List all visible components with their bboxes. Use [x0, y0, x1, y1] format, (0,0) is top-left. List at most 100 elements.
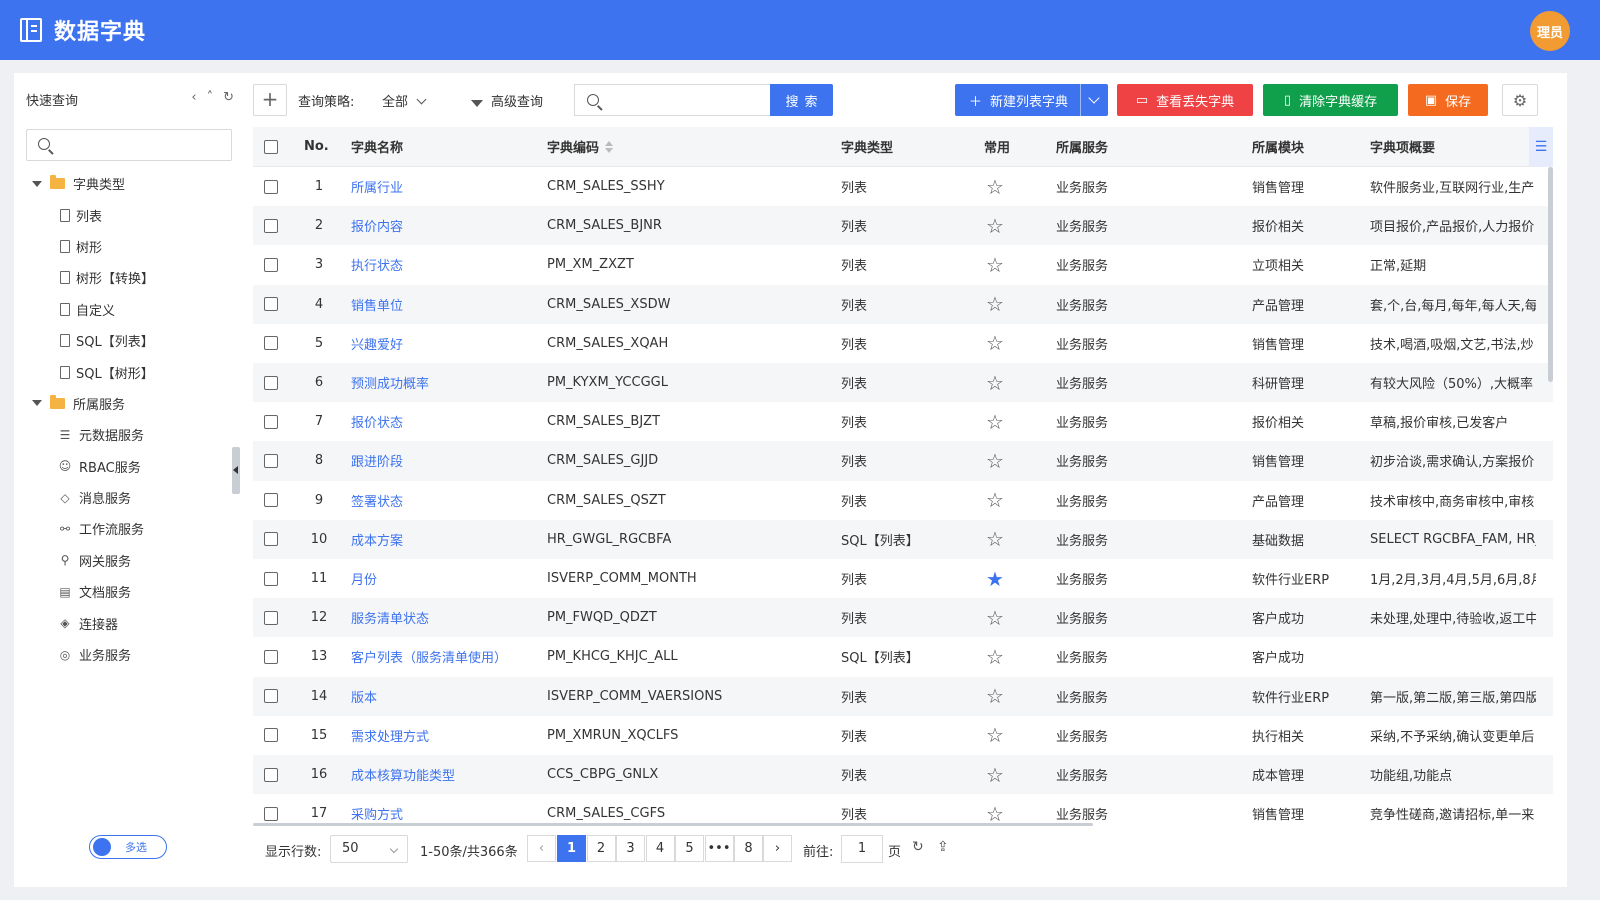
tree-item[interactable]: ⚯ 工作流服务 — [14, 513, 246, 544]
cell-name[interactable]: 销售单位 — [351, 285, 403, 324]
save-button[interactable]: ▣ 保存 — [1408, 84, 1488, 116]
clear-cache-button[interactable]: ▯ 清除字典缓存 — [1263, 84, 1398, 116]
tree-item[interactable]: 自定义 — [14, 294, 246, 325]
tree-item[interactable]: ☺ RBAC服务 — [14, 451, 246, 482]
export-icon[interactable]: ⇪ — [937, 839, 949, 855]
table-row[interactable]: 10 成本方案 HR_GWGL_RGCBFA SQL【列表】 业务服务 基础数据 SELEC… — [253, 519, 1553, 559]
cell-name[interactable]: 需求处理方式 — [351, 716, 429, 755]
table-row[interactable]: 9 签署状态 CRM_SALES_QSZT 列表 业务服务 产品管理 技术审核中,商务审核中… — [253, 481, 1553, 520]
row-checkbox[interactable] — [264, 493, 278, 508]
sidebar-collapse-handle[interactable] — [232, 447, 240, 494]
collapse-up-icon[interactable]: ˄ — [207, 90, 214, 105]
row-checkbox[interactable] — [264, 728, 278, 743]
refresh-icon[interactable]: ↻ — [223, 90, 234, 105]
tree-item[interactable]: ◈ 连接器 — [14, 607, 246, 638]
table-row[interactable]: 17 采购方式 CRM_SALES_CGFS 列表 业务服务 销售管理 竞争性磋商,邀请招标… — [253, 794, 1553, 826]
page-button[interactable]: 4 — [645, 835, 675, 862]
star-icon[interactable]: ☆ — [986, 794, 1004, 826]
multi-select-toggle[interactable]: 多选 — [89, 835, 167, 859]
row-checkbox[interactable] — [264, 414, 278, 429]
refresh-icon[interactable]: ↻ — [912, 839, 924, 855]
star-icon[interactable]: ☆ — [986, 598, 1004, 637]
table-row[interactable]: 15 需求处理方式 PM_XMRUN_XQCLFS 列表 业务服务 执行相关 采纳,不予采纳… — [253, 716, 1553, 755]
row-checkbox[interactable] — [264, 532, 278, 547]
star-icon[interactable]: ☆ — [986, 637, 1004, 676]
cell-name[interactable]: 成本方案 — [351, 520, 403, 559]
row-checkbox[interactable] — [264, 179, 278, 194]
star-icon[interactable]: ☆ — [986, 716, 1004, 755]
rows-per-page-select[interactable]: 50 — [330, 835, 408, 863]
prev-page-button[interactable]: ‹ — [527, 835, 556, 862]
row-checkbox[interactable] — [264, 571, 278, 586]
view-lost-dict-button[interactable]: ▭ 查看丢失字典 — [1117, 84, 1253, 116]
collapse-left-icon[interactable]: ‹ — [191, 90, 196, 105]
row-checkbox[interactable] — [264, 336, 278, 351]
tree-item[interactable]: 树形【转换】 — [14, 262, 246, 293]
table-row[interactable]: 11 月份 ISVERP_COMM_MONTH 列表 业务服务 软件行业ERP 1月,2月,… — [253, 559, 1553, 598]
more-pages-button[interactable]: ••• — [704, 835, 734, 862]
cell-name[interactable]: 采购方式 — [351, 794, 403, 826]
star-filled-icon[interactable]: ★ — [986, 559, 1004, 598]
avatar[interactable]: 理员 — [1530, 11, 1570, 51]
new-dropdown-chevron-icon[interactable] — [1080, 84, 1108, 116]
tree-item[interactable]: ◎ 业务服务 — [14, 639, 246, 670]
cell-name[interactable]: 报价内容 — [351, 206, 403, 245]
cell-name[interactable]: 签署状态 — [351, 481, 403, 520]
table-row[interactable]: 14 版本 ISVERP_COMM_VAERSIONS 列表 业务服务 软件行业ERP 第一… — [253, 676, 1553, 716]
goto-page-input[interactable]: 1 — [841, 835, 883, 863]
page-button[interactable]: 2 — [586, 835, 616, 862]
add-icon-button[interactable]: + — [253, 84, 287, 116]
table-row[interactable]: 8 跟进阶段 CRM_SALES_GJJD 列表 业务服务 销售管理 初步洽谈,需求确认,方… — [253, 441, 1553, 481]
star-icon[interactable]: ☆ — [986, 402, 1004, 441]
tree-item[interactable]: SQL【树形】 — [14, 356, 246, 387]
row-checkbox[interactable] — [264, 767, 278, 782]
star-icon[interactable]: ☆ — [986, 206, 1004, 245]
row-checkbox[interactable] — [264, 297, 278, 312]
tree-item[interactable]: 所属服务 — [14, 388, 246, 419]
caret-down-icon[interactable] — [32, 180, 42, 187]
table-row[interactable]: 3 执行状态 PM_XM_ZXZT 列表 业务服务 立项相关 正常,延期 ☆ — [253, 245, 1553, 284]
table-row[interactable]: 5 兴趣爱好 CRM_SALES_XQAH 列表 业务服务 销售管理 技术,喝酒,吸烟,文艺… — [253, 324, 1553, 363]
star-icon[interactable]: ☆ — [986, 285, 1004, 324]
star-icon[interactable]: ☆ — [986, 363, 1004, 402]
search-input[interactable] — [574, 84, 770, 116]
star-icon[interactable]: ☆ — [986, 324, 1004, 363]
row-checkbox[interactable] — [264, 375, 278, 390]
select-all-checkbox[interactable] — [264, 139, 278, 154]
star-icon[interactable]: ☆ — [986, 481, 1004, 520]
next-page-button[interactable]: › — [763, 835, 792, 862]
table-row[interactable]: 7 报价状态 CRM_SALES_BJZT 列表 业务服务 报价相关 草稿,报价审核,已发客… — [253, 402, 1553, 441]
star-icon[interactable]: ☆ — [986, 755, 1004, 794]
query-strategy-select[interactable]: 全部 — [382, 91, 427, 110]
cell-name[interactable]: 成本核算功能类型 — [351, 755, 455, 794]
row-checkbox[interactable] — [264, 610, 278, 625]
table-row[interactable]: 6 预测成功概率 PM_KYXM_YCCGGL 列表 业务服务 科研管理 有较大风险（50%… — [253, 363, 1553, 403]
cell-name[interactable]: 服务清单状态 — [351, 598, 429, 637]
tree-item[interactable]: ⚲ 网关服务 — [14, 545, 246, 576]
cell-name[interactable]: 版本 — [351, 677, 377, 716]
row-checkbox[interactable] — [264, 453, 278, 468]
tree-item[interactable]: 列表 — [14, 199, 246, 230]
page-button[interactable]: 3 — [616, 835, 645, 862]
star-icon[interactable]: ☆ — [986, 677, 1004, 716]
sidebar-search-input[interactable] — [26, 129, 232, 161]
cell-name[interactable]: 所属行业 — [351, 167, 403, 206]
star-icon[interactable]: ☆ — [986, 167, 1004, 206]
table-row[interactable]: 13 客户列表（服务清单使用） PM_KHCG_KHJC_ALL SQL【列表】 业务服… — [253, 637, 1553, 676]
star-icon[interactable]: ☆ — [986, 441, 1004, 480]
star-icon[interactable]: ☆ — [986, 520, 1004, 559]
horizontal-scrollbar[interactable] — [253, 823, 1093, 826]
table-row[interactable]: 16 成本核算功能类型 CCS_CBPG_GNLX 列表 业务服务 成本管理 功能组,功能点… — [253, 755, 1553, 795]
search-button[interactable]: 搜索 — [770, 84, 833, 116]
cell-name[interactable]: 月份 — [351, 559, 377, 598]
header-code[interactable]: 字典编码 — [547, 127, 614, 166]
table-row[interactable]: 2 报价内容 CRM_SALES_BJNR 列表 业务服务 报价相关 项目报价,产品报价,人… — [253, 206, 1553, 246]
page-button[interactable]: 8 — [734, 835, 763, 862]
cell-name[interactable]: 兴趣爱好 — [351, 324, 403, 363]
row-checkbox[interactable] — [264, 806, 278, 821]
settings-gear-button[interactable]: ⚙ — [1502, 84, 1538, 116]
caret-down-icon[interactable] — [32, 400, 42, 407]
cell-name[interactable]: 报价状态 — [351, 402, 403, 441]
table-row[interactable]: 1 所属行业 CRM_SALES_SSHY 列表 业务服务 销售管理 软件服务业,互联网行业… — [253, 167, 1553, 206]
tree-item[interactable]: 字典类型 — [14, 168, 246, 199]
